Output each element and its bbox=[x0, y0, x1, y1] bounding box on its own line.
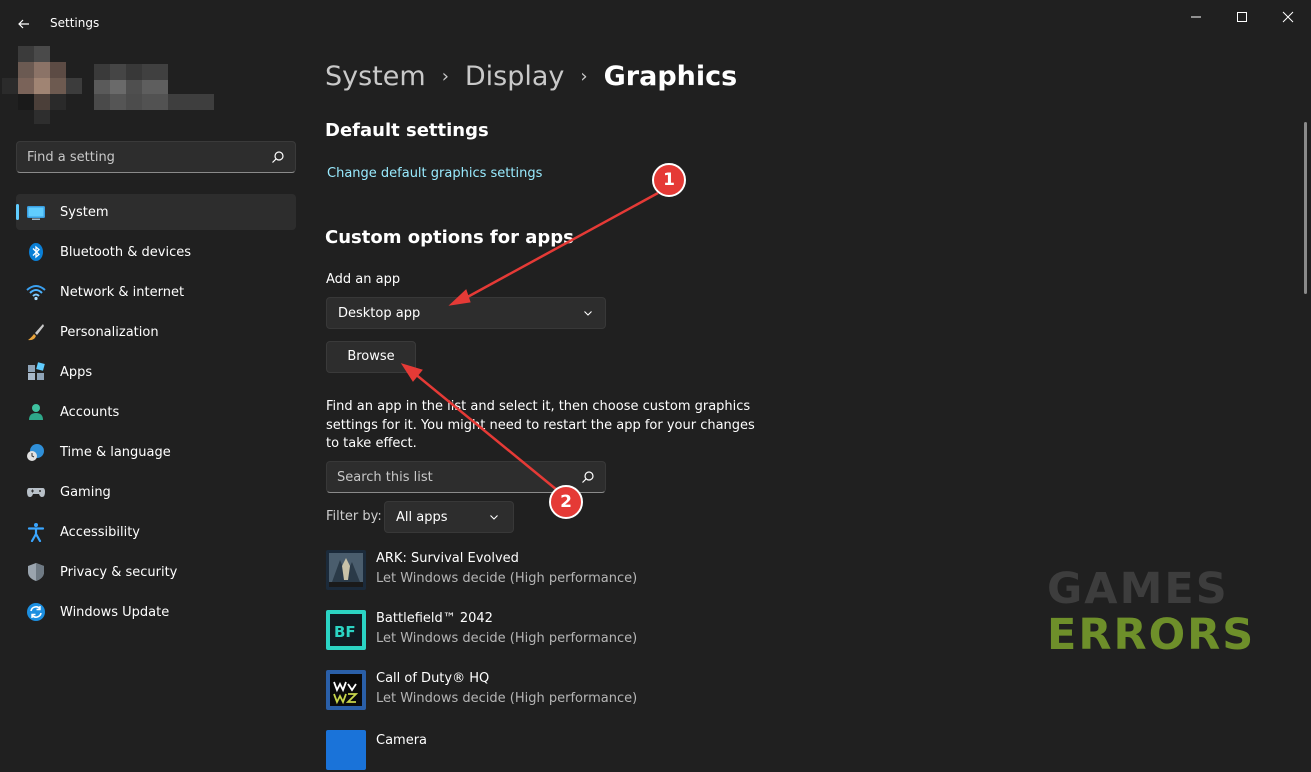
person-icon bbox=[29, 404, 43, 420]
sidebar-item-bluetooth[interactable]: Bluetooth & devices bbox=[16, 234, 296, 270]
search-icon[interactable] bbox=[581, 470, 595, 484]
ark-game-icon bbox=[326, 550, 366, 590]
settings-search-box[interactable] bbox=[16, 141, 296, 173]
annotation-badge-2: 2 bbox=[549, 485, 583, 519]
sidebar-item-gaming[interactable]: Gaming bbox=[16, 474, 296, 510]
search-icon[interactable] bbox=[271, 150, 285, 164]
sidebar-item-label: Time & language bbox=[60, 444, 171, 460]
update-icon bbox=[27, 603, 45, 621]
filter-selected: All apps bbox=[396, 510, 448, 525]
sidebar-item-accessibility[interactable]: Accessibility bbox=[16, 514, 296, 550]
clock-globe-icon bbox=[27, 444, 44, 461]
watermark-line-1: GAMES bbox=[1047, 564, 1229, 614]
app-name: ARK: Survival Evolved bbox=[376, 551, 519, 566]
sidebar-item-apps[interactable]: Apps bbox=[16, 354, 296, 390]
brush-icon bbox=[28, 324, 44, 341]
minimize-button[interactable] bbox=[1173, 0, 1219, 34]
call-of-duty-game-icon bbox=[326, 670, 366, 710]
battlefield-game-icon: BF bbox=[326, 610, 366, 650]
back-button[interactable] bbox=[12, 12, 36, 36]
chevron-down-icon bbox=[584, 311, 592, 316]
add-app-label: Add an app bbox=[326, 272, 401, 287]
sidebar-item-time-language[interactable]: Time & language bbox=[16, 434, 296, 470]
sidebar-item-privacy-security[interactable]: Privacy & security bbox=[16, 554, 296, 590]
sidebar-item-label: Accounts bbox=[60, 404, 120, 420]
back-arrow-icon bbox=[18, 19, 29, 29]
change-default-graphics-link[interactable]: Change default graphics settings bbox=[327, 166, 542, 181]
breadcrumb: System › Display › Graphics bbox=[325, 58, 737, 94]
app-list-search-input[interactable] bbox=[327, 462, 567, 492]
filter-label: Filter by: bbox=[326, 509, 382, 524]
sidebar-item-label: System bbox=[60, 204, 109, 220]
close-icon bbox=[1282, 11, 1294, 23]
account-profile-blurred[interactable] bbox=[0, 46, 216, 126]
settings-search-input[interactable] bbox=[17, 142, 257, 172]
list-item[interactable]: Camera bbox=[326, 730, 926, 772]
sidebar-nav: System Bluetooth & devices Network & int… bbox=[16, 194, 296, 634]
close-button[interactable] bbox=[1265, 0, 1311, 34]
app-gpu-preference: Let Windows decide (High performance) bbox=[376, 691, 638, 706]
custom-options-heading: Custom options for apps bbox=[325, 227, 574, 248]
sidebar-item-network[interactable]: Network & internet bbox=[16, 274, 296, 310]
breadcrumb-display[interactable]: Display bbox=[465, 61, 565, 92]
list-item[interactable]: ARK: Survival Evolved Let Windows decide… bbox=[326, 550, 926, 592]
chevron-down-icon bbox=[490, 515, 498, 520]
browse-button[interactable]: Browse bbox=[326, 341, 416, 373]
app-type-dropdown[interactable]: Desktop app bbox=[326, 297, 606, 329]
maximize-icon bbox=[1237, 12, 1247, 22]
default-settings-heading: Default settings bbox=[325, 120, 489, 141]
minimize-icon bbox=[1191, 16, 1201, 18]
shield-icon bbox=[28, 563, 44, 581]
sidebar-item-label: Network & internet bbox=[60, 284, 185, 300]
list-item[interactable]: BF Battlefield™ 2042 Let Windows decide … bbox=[326, 610, 926, 652]
annotation-badge-1: 1 bbox=[652, 163, 686, 197]
games-errors-watermark: GAMES ERRORS bbox=[1047, 564, 1256, 660]
page-title: Graphics bbox=[603, 60, 738, 92]
app-type-selected: Desktop app bbox=[338, 306, 421, 321]
app-title: Settings bbox=[50, 16, 100, 30]
scrollbar[interactable] bbox=[1304, 122, 1307, 294]
instructions-text: Find an app in the list and select it, t… bbox=[326, 399, 755, 451]
app-name: Call of Duty® HQ bbox=[376, 671, 490, 686]
breadcrumb-system[interactable]: System bbox=[325, 61, 426, 92]
wifi-icon bbox=[26, 285, 46, 301]
sidebar-item-label: Personalization bbox=[60, 324, 159, 340]
app-gpu-preference: Let Windows decide (High performance) bbox=[376, 631, 638, 646]
sidebar-item-label: Accessibility bbox=[60, 524, 140, 540]
sidebar-item-system[interactable]: System bbox=[16, 194, 296, 230]
app-name: Camera bbox=[376, 733, 428, 748]
apps-icon bbox=[28, 362, 45, 380]
sidebar-item-personalization[interactable]: Personalization bbox=[16, 314, 296, 350]
app-gpu-preference: Let Windows decide (High performance) bbox=[376, 571, 638, 586]
sidebar-item-label: Gaming bbox=[60, 484, 111, 500]
app-name: Battlefield™ 2042 bbox=[376, 611, 493, 626]
sidebar-item-label: Apps bbox=[60, 364, 93, 380]
gamepad-icon bbox=[27, 488, 45, 497]
sidebar-item-label: Bluetooth & devices bbox=[60, 244, 191, 260]
svg-text:BF: BF bbox=[334, 623, 356, 641]
filter-dropdown[interactable]: All apps bbox=[384, 501, 514, 533]
system-icon bbox=[27, 206, 45, 220]
sidebar-item-label: Windows Update bbox=[60, 604, 170, 620]
chevron-right-icon: › bbox=[441, 65, 449, 87]
watermark-line-2: ERRORS bbox=[1047, 610, 1256, 660]
list-item[interactable]: Call of Duty® HQ Let Windows decide (Hig… bbox=[326, 670, 926, 712]
sidebar-item-windows-update[interactable]: Windows Update bbox=[16, 594, 296, 630]
title-bar: Settings bbox=[0, 0, 1311, 48]
camera-app-icon bbox=[326, 730, 366, 770]
sidebar-item-label: Privacy & security bbox=[60, 564, 178, 580]
bluetooth-icon bbox=[29, 243, 43, 261]
maximize-button[interactable] bbox=[1219, 0, 1265, 34]
sidebar-item-accounts[interactable]: Accounts bbox=[16, 394, 296, 430]
chevron-right-icon: › bbox=[580, 65, 588, 87]
accessibility-icon bbox=[27, 523, 45, 542]
